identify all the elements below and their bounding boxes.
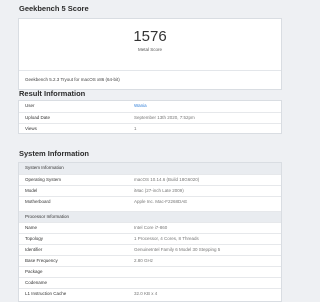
geekbench-version-text: Geekbench 5.2.3 Tryout for macOS x86 (64… bbox=[25, 77, 120, 82]
row-key-views: Views bbox=[25, 126, 37, 131]
table-row: Model iMac (27-inch Late 2009) bbox=[19, 185, 281, 196]
score-card: 1576 Metal Score Geekbench 5.2.3 Tryout … bbox=[18, 18, 282, 90]
result-info-title: Result Information bbox=[19, 89, 86, 98]
group-label-system: System Information bbox=[25, 165, 64, 170]
result-info-table: User Wania Upload Date September 13th 20… bbox=[18, 100, 282, 134]
row-key-l1-instruction-cache: L1 Instruction Cache bbox=[25, 291, 67, 296]
table-row: L1 Instruction Cache 32.0 KB x 4 bbox=[19, 288, 281, 299]
table-row: Codename bbox=[19, 277, 281, 288]
row-value-topology: 1 Processor, 4 Cores, 8 Threads bbox=[134, 236, 199, 241]
system-info-group-header: System Information bbox=[19, 163, 281, 174]
metal-score-label: Metal Score bbox=[137, 47, 162, 52]
score-section-title: Geekbench 5 Score bbox=[19, 4, 89, 13]
user-link[interactable]: Wania bbox=[134, 101, 147, 111]
row-value-os: macOS 10.14.6 (Build 18G6020) bbox=[134, 177, 200, 182]
row-value-views: 1 bbox=[134, 126, 137, 131]
system-info-table: System Information Operating System macO… bbox=[18, 162, 282, 302]
row-key-upload-date: Upload Date bbox=[25, 115, 51, 120]
score-card-divider bbox=[19, 70, 281, 71]
table-row: User Wania bbox=[19, 101, 281, 112]
system-info-title: System Information bbox=[19, 149, 90, 158]
table-row: Base Frequency 2.80 GHz bbox=[19, 255, 281, 266]
row-value-motherboard: Apple Inc. Mac-F2268DAE bbox=[134, 199, 188, 204]
table-row: Views 1 bbox=[19, 123, 281, 134]
row-value-base-frequency: 2.80 GHz bbox=[134, 258, 154, 263]
row-value-model: iMac (27-inch Late 2009) bbox=[134, 188, 184, 193]
table-row: Motherboard Apple Inc. Mac-F2268DAE bbox=[19, 196, 281, 207]
geekbench-result-page: Geekbench 5 Score 1576 Metal Score Geekb… bbox=[0, 0, 300, 302]
table-row: Package bbox=[19, 266, 281, 277]
row-key-base-frequency: Base Frequency bbox=[25, 258, 58, 263]
table-row: Identifier GenuineIntel Family 6 Model 3… bbox=[19, 244, 281, 255]
row-key-topology: Topology bbox=[25, 236, 44, 241]
row-key-model: Model bbox=[25, 188, 38, 193]
row-value-name: Intel Core i7-860 bbox=[134, 225, 168, 230]
row-key-name: Name bbox=[25, 225, 38, 230]
row-value-l1-instruction-cache: 32.0 KB x 4 bbox=[134, 291, 158, 296]
row-key-os: Operating System bbox=[25, 177, 62, 182]
row-key-user: User bbox=[25, 103, 35, 108]
metal-score-value: 1576 bbox=[133, 28, 167, 45]
table-row: Name Intel Core i7-860 bbox=[19, 222, 281, 233]
row-key-codename: Codename bbox=[25, 280, 48, 285]
table-row: Upload Date September 13th 2020, 7:52pm bbox=[19, 112, 281, 123]
row-value-upload-date: September 13th 2020, 7:52pm bbox=[134, 115, 195, 120]
table-row: Topology 1 Processor, 4 Cores, 8 Threads bbox=[19, 233, 281, 244]
row-key-motherboard: Motherboard bbox=[25, 199, 51, 204]
processor-info-group-header: Processor Information bbox=[19, 211, 281, 222]
group-label-processor: Processor Information bbox=[25, 214, 70, 219]
row-key-package: Package bbox=[25, 269, 43, 274]
table-row: Operating System macOS 10.14.6 (Build 18… bbox=[19, 174, 281, 185]
row-value-identifier: GenuineIntel Family 6 Model 30 Stepping … bbox=[134, 247, 221, 252]
row-key-identifier: Identifier bbox=[25, 247, 43, 252]
